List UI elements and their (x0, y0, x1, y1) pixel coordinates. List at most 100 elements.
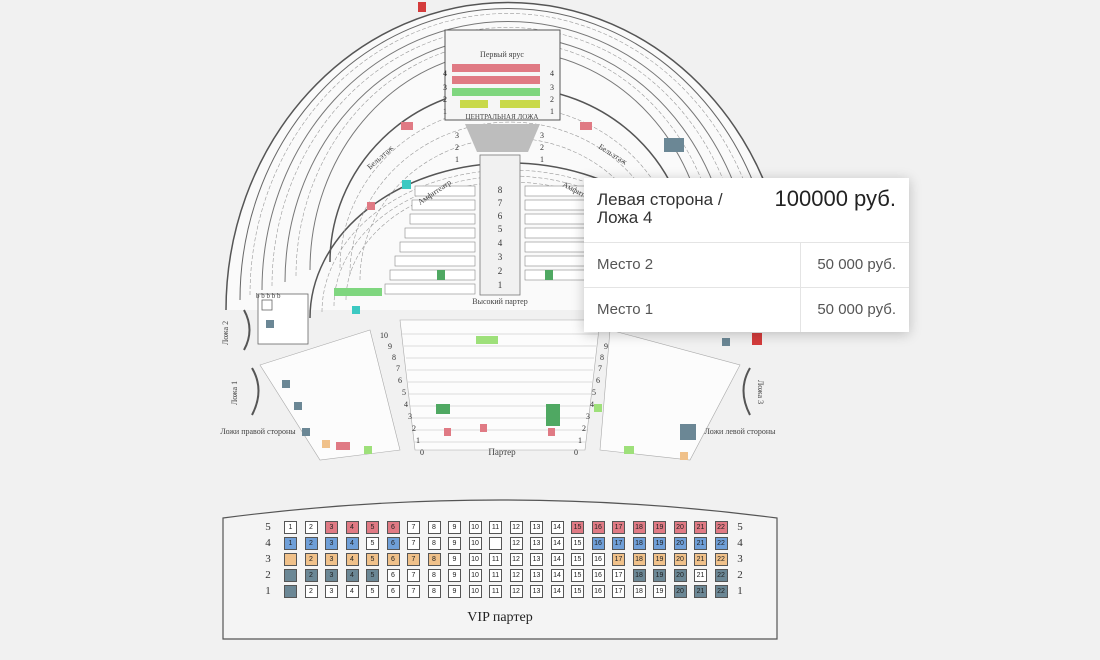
vip-seat[interactable]: 15 (571, 521, 584, 534)
seat-slate[interactable] (664, 138, 684, 152)
vip-seat[interactable]: 19 (653, 521, 666, 534)
vip-seat[interactable]: 22 (714, 569, 728, 582)
vip-seat[interactable]: 16 (591, 521, 605, 534)
vip-seat[interactable] (284, 569, 297, 582)
vip-seat[interactable]: 19 (653, 553, 666, 566)
popover-seat-row[interactable]: Место 2 50 000 руб. (584, 243, 909, 288)
vip-seat[interactable]: 19 (653, 537, 666, 550)
vip-seat[interactable]: 7 (407, 537, 420, 550)
vip-seat[interactable]: 14 (550, 585, 564, 598)
vip-seat[interactable]: 18 (632, 569, 646, 582)
vip-seat[interactable]: 9 (448, 569, 461, 582)
vip-seat[interactable]: 13 (530, 585, 543, 598)
vip-seat[interactable]: 4 (345, 585, 359, 598)
vip-seat[interactable]: 13 (530, 569, 543, 582)
seat-green[interactable] (436, 404, 450, 414)
vip-seat[interactable]: 20 (673, 585, 687, 598)
popover-seat-row[interactable]: Место 1 50 000 руб. (584, 288, 909, 332)
seat-light-green-row[interactable] (334, 288, 382, 296)
vip-seat[interactable]: 11 (489, 569, 502, 582)
seat-red[interactable] (480, 424, 487, 432)
seat-light-green[interactable] (476, 336, 498, 344)
vip-seat[interactable]: 18 (632, 553, 646, 566)
seat-teal[interactable] (352, 306, 360, 314)
vip-seat[interactable]: 20 (673, 521, 687, 534)
vip-seat[interactable]: 10 (468, 553, 482, 566)
seat-red[interactable] (367, 202, 375, 210)
vip-seat[interactable]: 11 (489, 521, 502, 534)
seat-red[interactable] (580, 122, 592, 130)
vip-seat[interactable]: 17 (612, 521, 625, 534)
vip-seat[interactable]: 8 (427, 585, 441, 598)
vip-seat[interactable]: 2 (304, 537, 318, 550)
vip-seat[interactable]: 7 (407, 553, 420, 566)
vip-seat[interactable]: 4 (345, 521, 359, 534)
vip-seat[interactable]: 14 (550, 521, 564, 534)
vip-seat[interactable]: 21 (694, 553, 707, 566)
vip-seat[interactable]: 5 (366, 553, 379, 566)
vip-seat[interactable]: 22 (714, 521, 728, 534)
vip-seat[interactable]: 15 (571, 585, 584, 598)
seat-slate[interactable] (722, 338, 730, 346)
vip-seat[interactable]: 21 (694, 585, 707, 598)
vip-seat[interactable]: 3 (325, 537, 338, 550)
vip-seat[interactable]: 15 (571, 537, 584, 550)
vip-seat[interactable]: 7 (407, 521, 420, 534)
seat-red[interactable] (752, 333, 762, 345)
vip-seat[interactable]: 21 (694, 521, 707, 534)
vip-seat[interactable]: 5 (366, 537, 379, 550)
vip-seat[interactable]: 11 (489, 585, 502, 598)
vip-seat[interactable]: 8 (427, 521, 441, 534)
vip-seat[interactable]: 3 (325, 553, 338, 566)
vip-seat[interactable]: 22 (714, 537, 728, 550)
vip-seat[interactable] (284, 553, 297, 566)
vip-seat[interactable]: 14 (550, 537, 564, 550)
vip-seat[interactable]: 22 (714, 553, 728, 566)
vip-seat[interactable]: 1 (284, 537, 297, 550)
vip-seat[interactable]: 8 (427, 569, 441, 582)
vip-seat[interactable]: 12 (509, 585, 523, 598)
seat-red[interactable] (401, 122, 413, 130)
vip-seat[interactable]: 17 (612, 553, 625, 566)
vip-seat[interactable] (489, 537, 502, 550)
vip-seat[interactable]: 6 (386, 569, 400, 582)
vip-seat[interactable]: 15 (571, 569, 584, 582)
seat-light-green[interactable] (594, 404, 602, 412)
vip-seat[interactable] (284, 585, 297, 598)
vip-seat[interactable]: 9 (448, 585, 461, 598)
vip-seat[interactable]: 9 (448, 553, 461, 566)
vip-seat[interactable]: 21 (694, 537, 707, 550)
vip-seat[interactable]: 9 (448, 537, 461, 550)
vip-seat[interactable]: 12 (509, 553, 523, 566)
vip-seat[interactable]: 18 (632, 537, 646, 550)
vip-seat[interactable]: 8 (427, 537, 441, 550)
seat-orange[interactable] (680, 452, 688, 460)
vip-seat[interactable]: 6 (386, 553, 400, 566)
seat-teal[interactable] (402, 180, 411, 189)
seat-green[interactable] (546, 404, 560, 426)
vip-seat[interactable]: 12 (509, 537, 523, 550)
seat-slate[interactable] (680, 424, 696, 440)
vip-seat[interactable]: 18 (632, 521, 646, 534)
vip-seat[interactable]: 4 (345, 537, 359, 550)
seat-slate[interactable] (282, 380, 290, 388)
vip-seat[interactable]: 3 (325, 585, 338, 598)
seat-orange[interactable] (322, 440, 330, 448)
vip-seat[interactable]: 13 (530, 521, 543, 534)
vip-seat[interactable]: 21 (694, 569, 707, 582)
vip-seat[interactable]: 16 (591, 537, 605, 550)
vip-seat[interactable]: 11 (489, 553, 502, 566)
vip-seat[interactable]: 2 (304, 521, 318, 534)
vip-seat[interactable]: 9 (448, 521, 461, 534)
vip-seat[interactable]: 16 (591, 569, 605, 582)
vip-seat[interactable]: 16 (591, 585, 605, 598)
vip-seat[interactable]: 12 (509, 521, 523, 534)
vip-seat[interactable]: 5 (366, 569, 379, 582)
vip-seat[interactable]: 7 (407, 585, 420, 598)
vip-seat[interactable]: 2 (304, 569, 318, 582)
vip-seat[interactable]: 20 (673, 553, 687, 566)
vip-seat[interactable]: 10 (468, 569, 482, 582)
vip-seat[interactable]: 16 (591, 553, 605, 566)
vip-seat[interactable]: 17 (612, 537, 625, 550)
vip-seat[interactable]: 3 (325, 569, 338, 582)
